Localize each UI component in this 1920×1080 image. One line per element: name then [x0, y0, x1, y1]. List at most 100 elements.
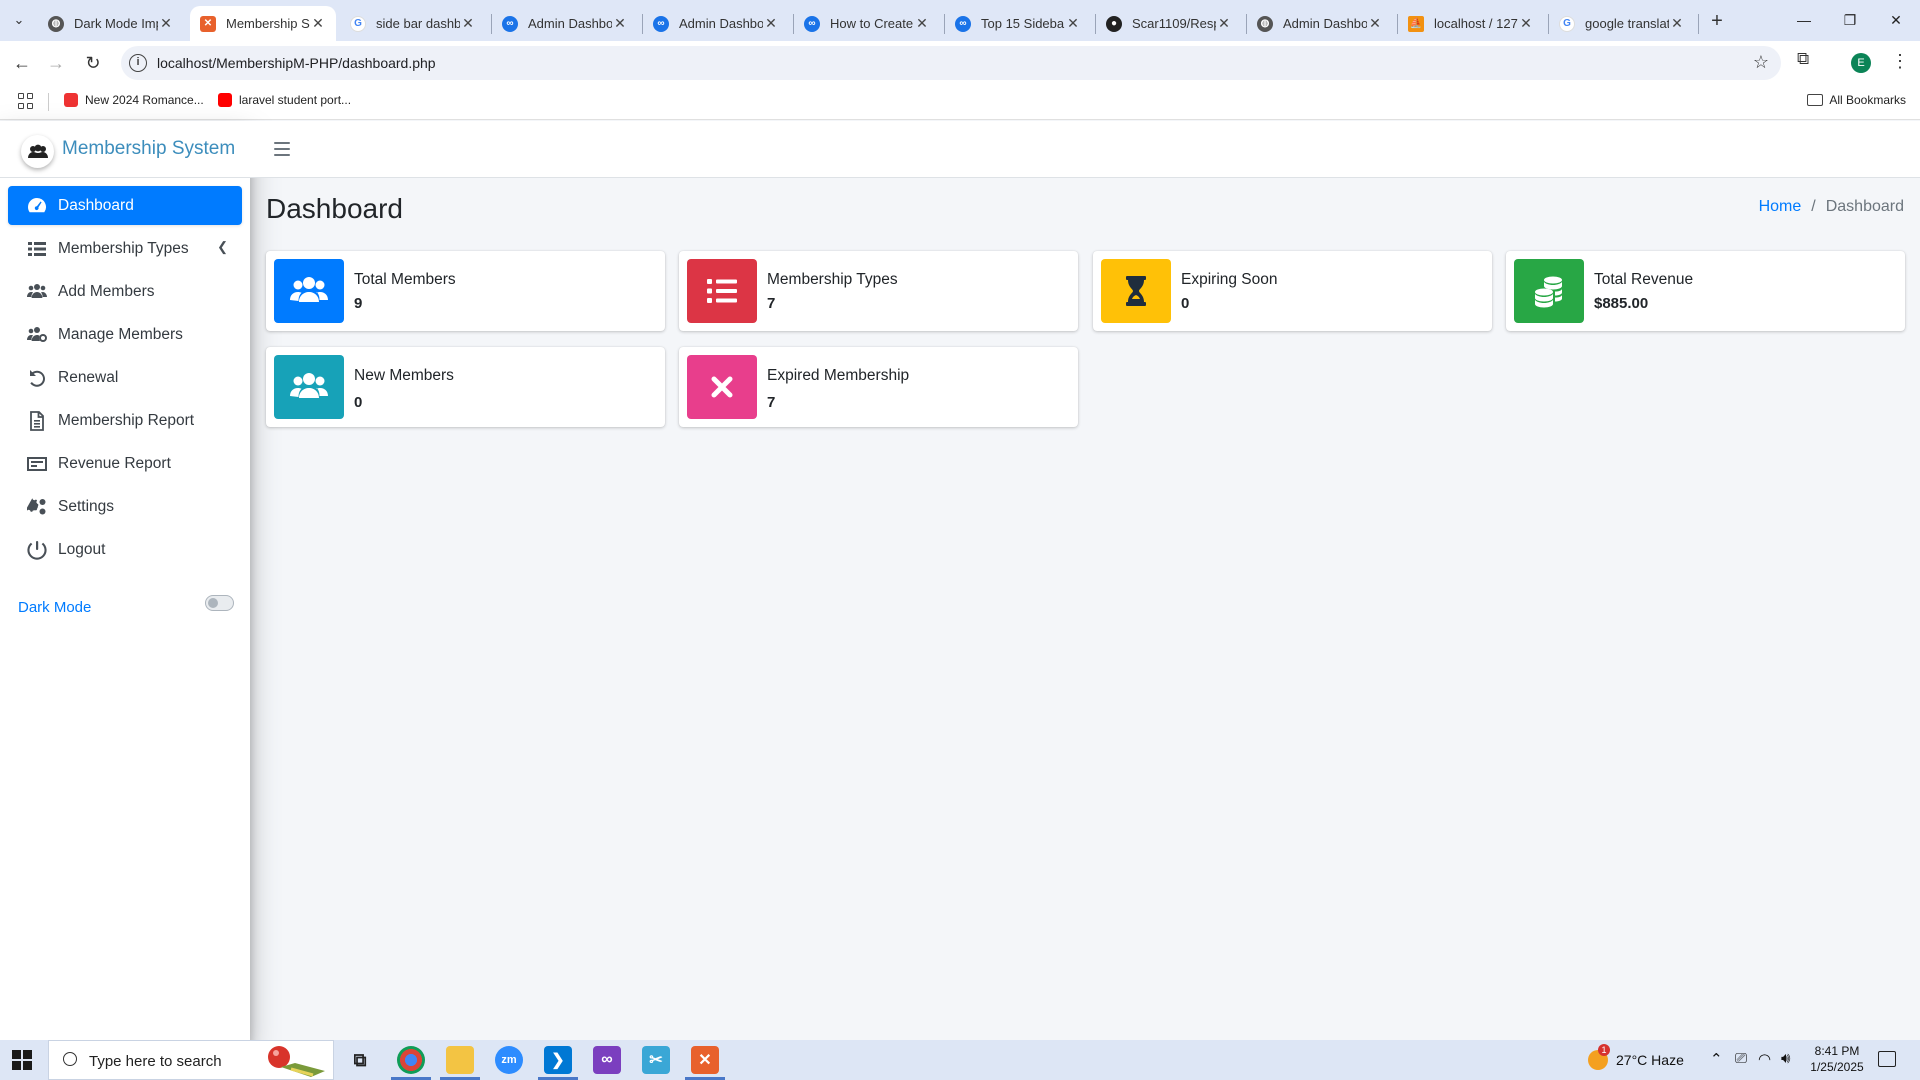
page-title: Dashboard — [266, 193, 403, 224]
vscode-icon[interactable]: ❯ — [544, 1046, 572, 1074]
dark-mode-toggle[interactable] — [205, 595, 234, 611]
info-box-new-members: New Members 0 — [266, 347, 665, 427]
browser-tab[interactable]: ∞ Admin Dashbo ✕ — [643, 6, 789, 41]
info-box-total-revenue: Total Revenue $885.00 — [1506, 251, 1905, 331]
users-icon — [274, 355, 344, 419]
chevron-left-icon[interactable]: ❮ — [217, 239, 228, 255]
users-icon — [274, 259, 344, 323]
browser-tab-active[interactable]: ✕ Membership Sy ✕ — [190, 6, 336, 41]
sidebar-item-settings[interactable]: Settings — [8, 487, 242, 526]
new-tab-button[interactable]: + — [1704, 8, 1730, 34]
browser-tab[interactable]: G google translat ✕ — [1549, 6, 1695, 41]
browser-menu-icon[interactable]: ⋮ — [1891, 51, 1909, 72]
users-icon — [26, 282, 48, 302]
bookmark-item[interactable]: laravel student port... — [218, 93, 351, 107]
sidebar-item-logout[interactable]: Logout — [8, 530, 242, 569]
volume-icon[interactable]: 🔊︎ — [1781, 1050, 1790, 1067]
sidebar-item-manage-members[interactable]: Manage Members — [8, 315, 242, 354]
restore-button[interactable]: ❐ — [1827, 0, 1873, 40]
close-icon[interactable]: ✕ — [1669, 15, 1685, 32]
site-icon: ∞ — [804, 15, 820, 32]
info-box-label: New Members — [354, 367, 454, 384]
sidebar-item-membership-types[interactable]: Membership Types ❮ — [8, 229, 242, 268]
browser-tab[interactable]: ∞ How to Create ✕ — [794, 6, 940, 41]
breadcrumb-home-link[interactable]: Home — [1759, 198, 1802, 216]
close-icon[interactable]: ✕ — [1216, 15, 1232, 32]
folder-icon — [1807, 94, 1824, 106]
close-icon[interactable]: ✕ — [763, 15, 779, 32]
sidebar-item-dashboard[interactable]: Dashboard — [8, 186, 242, 225]
show-hidden-icons-chevron-icon[interactable]: ⌃ — [1710, 1050, 1723, 1068]
info-box-label: Total Members — [354, 271, 456, 288]
back-button[interactable]: ← — [7, 48, 37, 78]
snipping-tool-icon[interactable]: ✂ — [642, 1046, 670, 1074]
dark-mode-label: Dark Mode — [18, 599, 92, 616]
apps-grid-icon[interactable] — [18, 93, 34, 109]
tab-search-button[interactable]: ⌄ — [6, 8, 32, 32]
notification-icon[interactable] — [1878, 1051, 1896, 1067]
info-box-label: Expired Membership — [767, 367, 910, 384]
close-icon[interactable]: ✕ — [310, 15, 326, 32]
sidebar-item-add-members[interactable]: Add Members — [8, 272, 242, 311]
chrome-taskbar-icon[interactable] — [397, 1046, 425, 1074]
close-icon[interactable]: ✕ — [612, 15, 628, 32]
browser-tab[interactable]: G side bar dashb ✕ — [340, 6, 486, 41]
all-bookmarks-button[interactable]: All Bookmarks — [1807, 93, 1906, 107]
bookmark-item[interactable]: New 2024 Romance... — [64, 93, 204, 107]
task-view-icon[interactable]: ⧉ — [346, 1046, 374, 1074]
hourglass-icon — [1101, 259, 1171, 323]
hamburger-menu-icon[interactable] — [274, 142, 290, 156]
site-icon: ∞ — [955, 15, 971, 32]
google-icon: G — [1559, 15, 1575, 32]
sidebar-item-revenue-report[interactable]: Revenue Report — [8, 444, 242, 483]
zoom-icon[interactable]: zm — [495, 1046, 523, 1074]
close-icon[interactable]: ✕ — [1367, 15, 1383, 32]
info-box-expired-membership: Expired Membership 7 — [679, 347, 1078, 427]
address-bar[interactable]: i localhost/MembershipM-PHP/dashboard.ph… — [121, 46, 1781, 80]
xampp-taskbar-icon[interactable]: ✕ — [691, 1046, 719, 1074]
close-icon[interactable]: ✕ — [1518, 15, 1534, 32]
reload-button[interactable]: ↻ — [78, 48, 108, 78]
close-icon[interactable]: ✕ — [158, 15, 174, 32]
brand-link[interactable]: Membership System — [0, 121, 250, 178]
browser-toolbar: ← → ↻ i localhost/MembershipM-PHP/dashbo… — [0, 41, 1920, 84]
weather-widget[interactable]: 1 27°C Haze — [1588, 1044, 1684, 1070]
browser-tab[interactable]: ∞ Admin Dashbo ✕ — [492, 6, 638, 41]
browser-tab[interactable]: ∞ Top 15 Sidebar ✕ — [945, 6, 1091, 41]
extensions-icon[interactable]: ⧉ — [1797, 49, 1809, 69]
sidebar: Membership System Dashboard Membership T… — [0, 121, 250, 1040]
windows-start-icon[interactable] — [12, 1050, 32, 1070]
bookmark-star-icon[interactable]: ☆ — [1753, 52, 1769, 73]
taskbar-search-box[interactable]: Type here to search — [48, 1040, 334, 1080]
bookmark-favicon-icon — [64, 93, 78, 107]
url-text[interactable]: localhost/MembershipM-PHP/dashboard.php — [157, 55, 436, 71]
wifi-icon[interactable]: ◠ — [1758, 1050, 1771, 1068]
profile-avatar[interactable]: E — [1851, 53, 1871, 73]
browser-tab[interactable]: ● Scar1109/Resp ✕ — [1096, 6, 1242, 41]
file-explorer-icon[interactable] — [446, 1046, 474, 1074]
list-icon — [26, 239, 48, 259]
sidebar-item-membership-report[interactable]: Membership Report — [8, 401, 242, 440]
close-icon[interactable]: ✕ — [914, 15, 930, 32]
site-info-icon[interactable]: i — [129, 54, 147, 72]
toggle-knob — [208, 598, 218, 608]
top-navbar — [250, 121, 1920, 178]
close-window-button[interactable]: ✕ — [1873, 0, 1919, 40]
browser-tab[interactable]: ◍ Dark Mode Imp ✕ — [38, 6, 184, 41]
close-icon[interactable]: ✕ — [1065, 15, 1081, 32]
visual-studio-icon[interactable]: ∞ — [593, 1046, 621, 1074]
sidebar-item-renewal[interactable]: Renewal — [8, 358, 242, 397]
system-clock[interactable]: 8:41 PM 1/25/2025 — [1802, 1043, 1872, 1075]
info-box-value: 0 — [1181, 295, 1190, 312]
device-icon[interactable]: ⎚ — [1735, 1050, 1747, 1067]
close-icon[interactable]: ✕ — [460, 15, 476, 32]
tachometer-icon — [26, 196, 48, 216]
info-box-value: $885.00 — [1594, 295, 1649, 312]
minimize-button[interactable]: — — [1781, 0, 1827, 40]
forward-button[interactable]: → — [41, 48, 71, 78]
browser-tab[interactable]: ◍ Admin Dashbo ✕ — [1247, 6, 1393, 41]
browser-tab[interactable]: ⛵ localhost / 127 ✕ — [1398, 6, 1544, 41]
search-highlight-icon — [268, 1046, 325, 1077]
breadcrumb: Home / Dashboard — [1758, 198, 1904, 216]
brand-logo-icon — [21, 135, 54, 168]
